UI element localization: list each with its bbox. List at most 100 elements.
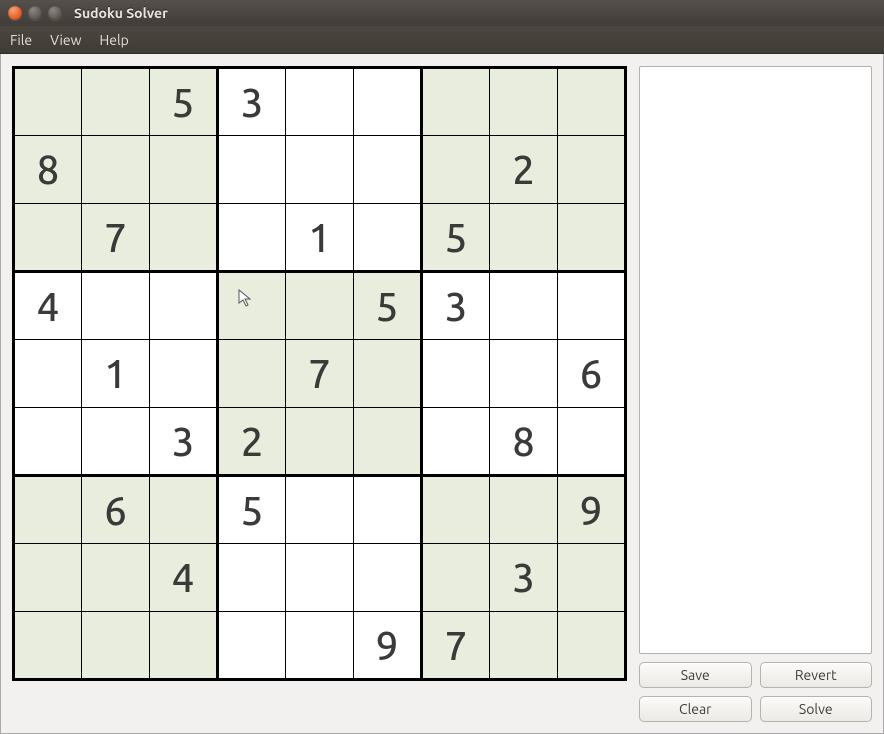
cell[interactable] xyxy=(354,544,422,612)
cell[interactable] xyxy=(14,408,82,476)
cell[interactable] xyxy=(14,68,82,136)
cell[interactable] xyxy=(558,612,626,680)
cell[interactable] xyxy=(422,408,490,476)
cell[interactable]: 7 xyxy=(82,204,150,272)
cell[interactable] xyxy=(14,612,82,680)
cell[interactable] xyxy=(490,68,558,136)
cell[interactable] xyxy=(354,136,422,204)
cell[interactable] xyxy=(286,544,354,612)
cell[interactable]: 5 xyxy=(422,204,490,272)
cell[interactable]: 5 xyxy=(354,272,422,340)
cell[interactable] xyxy=(218,612,286,680)
sudoku-board-wrap: 53827154531763286594397 xyxy=(12,66,627,722)
cell[interactable] xyxy=(354,340,422,408)
cell[interactable] xyxy=(422,544,490,612)
cell[interactable] xyxy=(218,272,286,340)
cell[interactable]: 7 xyxy=(286,340,354,408)
cell[interactable] xyxy=(150,204,218,272)
cell[interactable] xyxy=(82,612,150,680)
cell[interactable] xyxy=(82,544,150,612)
button-row-2: Clear Solve xyxy=(639,696,872,722)
cell[interactable] xyxy=(14,476,82,544)
cell[interactable] xyxy=(286,68,354,136)
cell[interactable] xyxy=(490,204,558,272)
cell[interactable] xyxy=(150,612,218,680)
sidebar: Save Revert Clear Solve xyxy=(639,66,872,722)
cell[interactable]: 3 xyxy=(218,68,286,136)
cell[interactable] xyxy=(490,340,558,408)
cell[interactable]: 4 xyxy=(150,544,218,612)
cell[interactable] xyxy=(286,612,354,680)
cell[interactable]: 3 xyxy=(490,544,558,612)
cell[interactable]: 8 xyxy=(14,136,82,204)
cell[interactable] xyxy=(422,340,490,408)
cell[interactable] xyxy=(490,272,558,340)
clear-button[interactable]: Clear xyxy=(639,696,752,722)
cell[interactable]: 2 xyxy=(490,136,558,204)
content-area: 53827154531763286594397 Save Revert Clea… xyxy=(0,54,884,734)
save-button[interactable]: Save xyxy=(639,662,752,688)
cell[interactable] xyxy=(14,204,82,272)
cell[interactable] xyxy=(14,544,82,612)
menu-help[interactable]: Help xyxy=(100,32,129,48)
cell[interactable]: 1 xyxy=(286,204,354,272)
cell[interactable] xyxy=(558,544,626,612)
cell[interactable] xyxy=(354,68,422,136)
cell[interactable]: 3 xyxy=(422,272,490,340)
cell[interactable]: 7 xyxy=(422,612,490,680)
cell[interactable] xyxy=(82,408,150,476)
cell[interactable]: 5 xyxy=(218,476,286,544)
cell[interactable] xyxy=(218,340,286,408)
cell[interactable] xyxy=(14,340,82,408)
cell[interactable] xyxy=(150,340,218,408)
sudoku-board: 53827154531763286594397 xyxy=(12,66,627,681)
cell[interactable]: 4 xyxy=(14,272,82,340)
cell[interactable]: 8 xyxy=(490,408,558,476)
button-row-1: Save Revert xyxy=(639,662,872,688)
cell[interactable] xyxy=(150,272,218,340)
menu-view[interactable]: View xyxy=(50,32,81,48)
cell[interactable] xyxy=(82,272,150,340)
cell[interactable]: 6 xyxy=(558,340,626,408)
cell[interactable] xyxy=(558,136,626,204)
cell[interactable] xyxy=(286,272,354,340)
cell[interactable]: 9 xyxy=(354,612,422,680)
cell[interactable] xyxy=(558,408,626,476)
menu-file[interactable]: File xyxy=(10,32,32,48)
cell[interactable]: 5 xyxy=(150,68,218,136)
cell[interactable] xyxy=(218,136,286,204)
cell[interactable] xyxy=(82,136,150,204)
close-icon[interactable] xyxy=(8,6,22,20)
cell[interactable] xyxy=(558,204,626,272)
cell[interactable] xyxy=(150,476,218,544)
solve-button[interactable]: Solve xyxy=(760,696,873,722)
cell[interactable] xyxy=(490,612,558,680)
title-bar: Sudoku Solver xyxy=(0,0,884,26)
log-panel[interactable] xyxy=(639,66,872,654)
cell[interactable] xyxy=(354,204,422,272)
cell[interactable] xyxy=(82,68,150,136)
cell[interactable] xyxy=(218,204,286,272)
cell[interactable] xyxy=(490,476,558,544)
cell[interactable]: 9 xyxy=(558,476,626,544)
cell[interactable] xyxy=(422,136,490,204)
cell[interactable] xyxy=(422,476,490,544)
cell[interactable] xyxy=(286,476,354,544)
cell[interactable] xyxy=(218,544,286,612)
cell[interactable]: 3 xyxy=(150,408,218,476)
minimize-icon[interactable] xyxy=(28,6,42,20)
cell[interactable] xyxy=(354,476,422,544)
cell[interactable] xyxy=(558,272,626,340)
cell[interactable] xyxy=(422,68,490,136)
menu-bar: File View Help xyxy=(0,26,884,54)
cell[interactable]: 2 xyxy=(218,408,286,476)
cell[interactable] xyxy=(286,408,354,476)
cell[interactable] xyxy=(150,136,218,204)
maximize-icon[interactable] xyxy=(48,6,62,20)
cell[interactable]: 6 xyxy=(82,476,150,544)
cell[interactable]: 1 xyxy=(82,340,150,408)
cell[interactable] xyxy=(286,136,354,204)
cell[interactable] xyxy=(558,68,626,136)
revert-button[interactable]: Revert xyxy=(760,662,873,688)
cell[interactable] xyxy=(354,408,422,476)
